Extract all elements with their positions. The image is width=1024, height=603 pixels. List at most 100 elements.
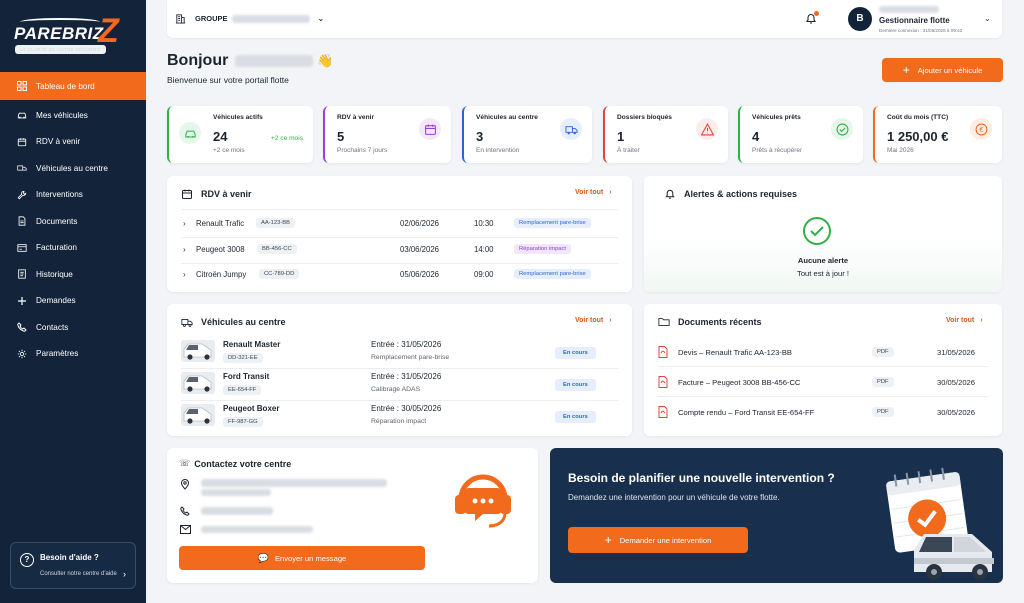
euro-icon: € [970,118,992,140]
kpi-sub: +2 ce mois [213,147,245,154]
list-item[interactable]: Compte rendu – Ford Transit EE-654-FF PD… [644,404,1002,422]
list-item[interactable]: Facture – Peugeot 3008 BB-456-CC PDF 30/… [644,374,1002,392]
document-name: Compte rendu – Ford Transit EE-654-FF [678,408,815,417]
kpi-card[interactable]: Coût du mois (TTC) 1 250,00 € Mai 2026 € [873,106,1002,163]
kpi-delta: +2 ce mois [270,135,303,142]
sidebar-item-vehicules-au-centre[interactable]: Véhicules au centre [0,155,146,182]
greeting: Bonjour [167,52,229,69]
table-row[interactable]: › Renault Trafic AA-123-BB 02/06/2026 10… [167,215,632,237]
table-row[interactable]: › Peugeot 3008 BB-456-CC 03/06/2026 14:0… [167,241,632,263]
intervention-banner: Besoin de planifier une nouvelle interve… [550,448,1003,583]
kpi-card[interactable]: Véhicules au centre 3 En intervention [462,106,592,163]
kpi-card[interactable]: Véhicules actifs 24 +2 ce mois +2 ce mois [167,106,313,163]
sidebar-item-interventions[interactable]: Interventions [0,182,146,209]
alerts-card: Alertes & actions requises Aucune alerte… [644,176,1002,292]
request-intervention-button[interactable]: + Demander une intervention [568,527,748,553]
status-badge: En cours [555,379,596,391]
plate-badge: DD-321-EE [223,353,263,363]
folder-icon [658,318,670,326]
sidebar-item-mes-vehicules[interactable]: Mes véhicules [0,102,146,129]
notifications-button[interactable] [805,11,819,27]
request-intervention-label: Demander une intervention [619,535,712,545]
document-date: 31/05/2026 [937,348,976,357]
contact-title-text: Contactez votre centre [194,458,292,469]
alerts-title: Alertes & actions requises [664,188,797,200]
sidebar-item-rdv-a-venir[interactable]: RDV à venir [0,129,146,156]
divider [181,209,618,210]
sidebar-item-label: Demandes [36,296,76,306]
send-message-button[interactable]: 💬 Envoyer un message [179,546,425,570]
sidebar-item-label: Historique [36,269,73,279]
phone-icon [17,322,27,332]
calendar-icon [182,189,192,199]
help-box[interactable]: ? Besoin d'aide ? Consulter notre centre… [10,542,136,589]
sidebar-item-facturation[interactable]: Facturation [0,235,146,262]
avatar[interactable]: B [848,7,872,31]
banner-subtitle: Demandez une intervention pour un véhicu… [568,493,780,502]
intervention-type-badge: Remplacement pare-brise [514,218,591,228]
first-name-redacted [234,54,313,67]
table-row[interactable]: › Citroën Jumpy CC-789-DD 05/06/2026 09:… [167,266,632,288]
rdv-see-all[interactable]: Voir tout › [575,189,612,196]
kpi-card[interactable]: RDV à venir 5 Prochains 7 jours [323,106,451,163]
sidebar-item-tableau-de-bord[interactable]: Tableau de bord [0,72,146,100]
rdv-see-all-label: Voir tout [575,189,604,196]
chevron-right-icon: › [609,317,612,324]
document-icon [17,216,27,226]
plate-badge: FF-987-GG [223,417,263,427]
kpi-value: 3 [476,129,484,144]
group-selector[interactable]: GROUPE ⌄ [175,13,324,24]
van-thumbnail-icon [181,404,215,426]
centre-see-all[interactable]: Voir tout › [575,317,612,324]
pdf-file-icon [658,376,668,388]
kpi-sub: Mai 2026 [887,147,914,154]
list-item[interactable]: Peugeot Boxer FF-987-GG Entrée : 30/05/2… [167,402,632,430]
intervention-type-badge: Remplacement pare-brise [514,269,591,279]
mail-icon [180,525,191,534]
kpi-card[interactable]: Véhicules prêts 4 Prêts à récupérer [738,106,863,163]
kpi-card[interactable]: Dossiers bloqués 1 À traiter [603,106,728,163]
file-type-badge: PDF [872,347,894,357]
entry-date: Entrée : 31/05/2026 [371,340,442,349]
phone-wave-icon: ☏ [179,458,191,468]
documents-see-all[interactable]: Voir tout › [946,317,983,324]
list-item[interactable]: Renault Master DD-321-EE Entrée : 31/05/… [167,338,632,366]
sidebar-item-label: Tableau de bord [36,81,95,91]
divider [181,400,618,401]
kpi-value: 5 [337,129,345,144]
add-vehicle-label: Ajouter un véhicule [917,65,983,75]
sidebar-item-label: Véhicules au centre [36,163,108,173]
address-line2-redacted [201,489,271,496]
rdv-card: RDV à venir Voir tout › › Renault Trafic … [167,176,632,292]
chevron-right-icon: › [183,270,186,279]
intervention-type-badge: Réparation impact [514,243,572,254]
plus-icon [17,296,27,306]
user-name-redacted [879,6,939,13]
kpi-label: Véhicules au centre [476,114,538,121]
chevron-down-icon: ⌄ [317,14,325,23]
kpi-value: 4 [752,129,760,144]
sidebar-item-parametres[interactable]: Paramètres [0,341,146,368]
brand-logo[interactable]: PAREBRIZ Z LA CLARTÉ DE VOTRE SÉCURITÉ [12,14,134,54]
plate-badge: AA-123-BB [256,218,295,228]
document-date: 30/05/2026 [937,408,976,417]
list-item[interactable]: Ford Transit EE-654-FF Entrée : 31/05/20… [167,370,632,398]
help-link[interactable]: Consulter notre centre d'aide [40,571,117,577]
kpi-sub: Prochains 7 jours [337,147,388,154]
document-name: Devis – Renault Trafic AA-123-BB [678,348,792,357]
user-menu-chevron-icon[interactable]: ⌄ [984,14,991,23]
sidebar-item-documents[interactable]: Documents [0,208,146,235]
rdv-date: 02/06/2026 [400,219,440,228]
sidebar-item-label: Facturation [36,243,77,253]
sidebar-item-label: Interventions [36,190,83,200]
calendar-icon [419,118,441,140]
sidebar-item-historique[interactable]: Historique [0,261,146,288]
sidebar-item-demandes[interactable]: Demandes [0,288,146,315]
sidebar-item-contacts[interactable]: Contacts [0,314,146,341]
svg-text:€: € [979,125,984,134]
rdv-date: 03/06/2026 [400,244,440,254]
add-vehicle-button[interactable]: + Ajouter un véhicule [882,58,1003,82]
list-item[interactable]: Devis – Renault Trafic AA-123-BB PDF 31/… [644,344,1002,362]
phone-redacted [201,507,273,515]
notification-dot [814,11,819,16]
